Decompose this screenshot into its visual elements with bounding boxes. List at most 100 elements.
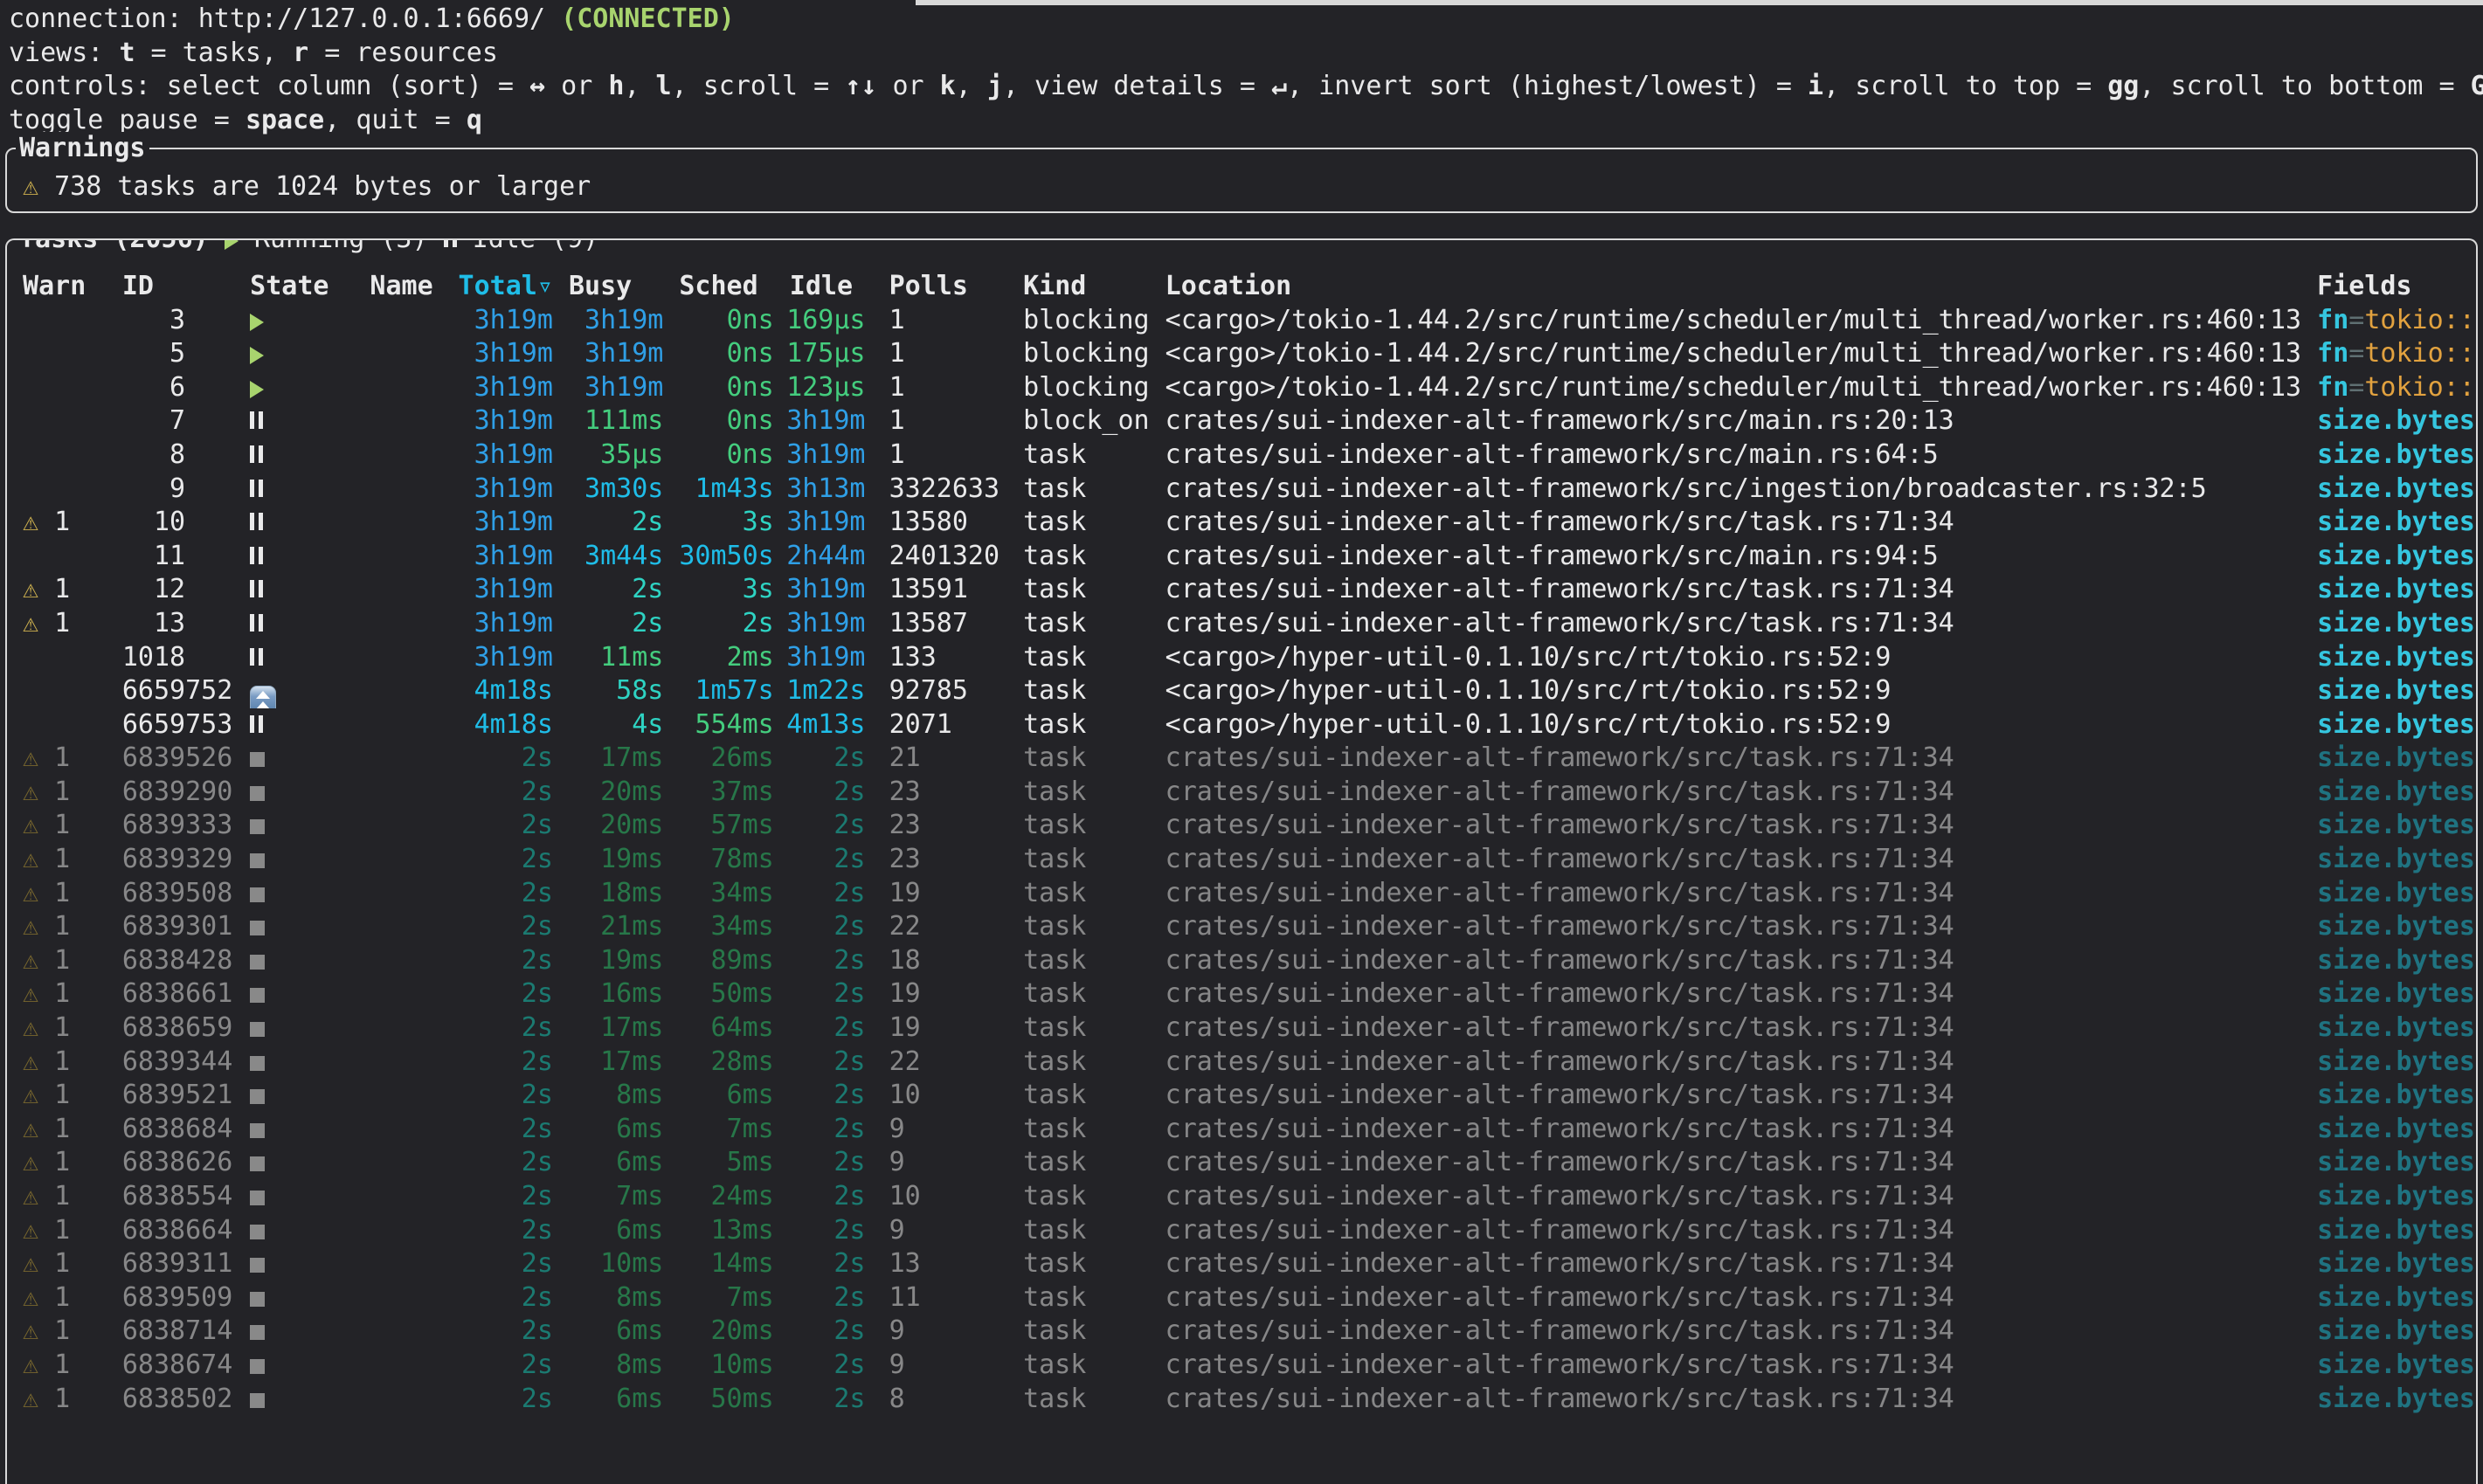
fields-cell: size.bytes= xyxy=(2317,473,2476,507)
field-key: size.bytes xyxy=(2317,878,2475,908)
field-value: tokio::r xyxy=(2364,338,2476,369)
sched-duration: 10ms xyxy=(711,1349,774,1380)
task-row[interactable]: ⚠ 168393332s20ms57ms2s23taskcrates/sui-i… xyxy=(7,809,2476,843)
task-row[interactable]: ⚠ 168387142s6ms20ms2s9taskcrates/sui-ind… xyxy=(7,1315,2476,1349)
task-row[interactable]: ⚠ 168386612s16ms50ms2s19taskcrates/sui-i… xyxy=(7,977,2476,1011)
task-row[interactable]: ⚠ 168386592s17ms64ms2s19taskcrates/sui-i… xyxy=(7,1011,2476,1046)
state-cell xyxy=(250,1079,370,1113)
field-key: size.bytes xyxy=(2317,1046,2475,1077)
sched-duration: 78ms xyxy=(711,844,774,874)
idle-cell: 3h19m xyxy=(774,506,866,540)
busy-cell: 111ms xyxy=(553,404,663,438)
task-row[interactable]: 66597524m18s58s1m57s1m22s92785task<cargo… xyxy=(7,674,2476,708)
column-header-label: Name xyxy=(370,271,432,301)
state-cell xyxy=(250,641,370,675)
busy-cell: 10ms xyxy=(553,1247,663,1281)
sched-cell: 2ms xyxy=(663,641,773,675)
task-id-cell: 6839311 xyxy=(122,1247,250,1281)
completed-state-icon xyxy=(250,1359,265,1374)
column-header-warn[interactable]: Warn xyxy=(7,270,122,304)
task-id: 6838661 xyxy=(122,977,232,1011)
task-row[interactable]: 113h19m3m44s30m50s2h44m2401320taskcrates… xyxy=(7,540,2476,574)
completed-state-icon xyxy=(250,1258,265,1273)
task-row[interactable]: ⚠ 168395092s8ms7ms2s11taskcrates/sui-ind… xyxy=(7,1281,2476,1315)
task-row[interactable]: ⚠ 168385022s6ms50ms2s8taskcrates/sui-ind… xyxy=(7,1383,2476,1417)
column-header-state[interactable]: State xyxy=(250,270,370,304)
field-equals: = xyxy=(2475,642,2476,673)
task-row[interactable]: ⚠ 168386742s8ms10ms2s9taskcrates/sui-ind… xyxy=(7,1349,2476,1383)
warn-cell: ⚠ 1 xyxy=(7,1079,122,1113)
kind-cell: task xyxy=(1023,540,1165,574)
column-header-id[interactable]: ID xyxy=(122,270,250,304)
idle-duration: 2s xyxy=(833,911,865,942)
busy-duration: 7ms xyxy=(616,1181,663,1211)
task-row[interactable]: ⚠ 168386262s6ms5ms2s9taskcrates/sui-inde… xyxy=(7,1146,2476,1180)
task-row[interactable]: 53h19m3h19m0ns175µs1blocking<cargo>/toki… xyxy=(7,337,2476,371)
busy-duration: 8ms xyxy=(616,1349,663,1380)
column-header-total[interactable]: Total▿ xyxy=(459,270,553,304)
task-row[interactable]: ⚠ 1133h19m2s2s3h19m13587taskcrates/sui-i… xyxy=(7,607,2476,641)
column-header-kind[interactable]: Kind xyxy=(1023,270,1165,304)
sched-cell: 30m50s xyxy=(663,540,773,574)
busy-duration: 10ms xyxy=(600,1248,663,1279)
column-header-polls[interactable]: Polls xyxy=(866,270,1024,304)
task-row[interactable]: ⚠ 168385542s7ms24ms2s10taskcrates/sui-in… xyxy=(7,1180,2476,1214)
task-row[interactable]: ⚠ 168393292s19ms78ms2s23taskcrates/sui-i… xyxy=(7,843,2476,877)
total-duration: 2s xyxy=(522,1384,553,1414)
task-row[interactable]: 63h19m3h19m0ns123µs1blocking<cargo>/toki… xyxy=(7,371,2476,405)
idle-duration: 2s xyxy=(833,945,865,976)
idle-cell: 2s xyxy=(774,1383,866,1417)
state-cell xyxy=(250,506,370,540)
polls-cell: 23 xyxy=(866,776,1024,810)
text-segment: k xyxy=(940,71,956,101)
task-row[interactable]: 10183h19m11ms2ms3h19m133task<cargo>/hype… xyxy=(7,641,2476,675)
kind-cell: task xyxy=(1023,708,1165,742)
column-header-location[interactable]: Location xyxy=(1165,270,2317,304)
text-segment: (CONNECTED) xyxy=(561,3,735,34)
task-row[interactable]: 73h19m111ms0ns3h19m1block_oncrates/sui-i… xyxy=(7,404,2476,438)
task-row[interactable]: ⚠ 168386642s6ms13ms2s9taskcrates/sui-ind… xyxy=(7,1214,2476,1248)
warn-count: 1 xyxy=(54,810,70,840)
task-id-cell: 11 xyxy=(122,540,250,574)
task-row[interactable]: ⚠ 168395262s17ms26ms2s21taskcrates/sui-i… xyxy=(7,742,2476,776)
task-row[interactable]: 83h19m35µs0ns3h19m1taskcrates/sui-indexe… xyxy=(7,438,2476,473)
warn-count: 1 xyxy=(54,1315,70,1346)
location-cell: crates/sui-indexer-alt-framework/src/tas… xyxy=(1165,944,2317,978)
location-cell: crates/sui-indexer-alt-framework/src/tas… xyxy=(1165,1180,2317,1214)
task-row[interactable]: 33h19m3h19m0ns169µs1blocking<cargo>/toki… xyxy=(7,304,2476,338)
task-row[interactable]: ⚠ 1123h19m2s3s3h19m13591taskcrates/sui-i… xyxy=(7,573,2476,607)
fields-cell: fn=tokio::r xyxy=(2317,337,2476,371)
column-header-busy[interactable]: Busy xyxy=(553,270,663,304)
task-row[interactable]: ⚠ 168386842s6ms7ms2s9taskcrates/sui-inde… xyxy=(7,1113,2476,1147)
sched-duration: 50ms xyxy=(711,1384,774,1414)
text-segment: views: xyxy=(9,38,119,68)
kind-cell: task xyxy=(1023,776,1165,810)
sched-duration: 5ms xyxy=(727,1147,774,1177)
task-row[interactable]: ⚠ 168395082s18ms34ms2s19taskcrates/sui-i… xyxy=(7,877,2476,911)
task-row[interactable]: ⚠ 168384282s19ms89ms2s18taskcrates/sui-i… xyxy=(7,944,2476,978)
busy-duration: 2s xyxy=(632,574,663,604)
task-row[interactable]: ⚠ 168393112s10ms14ms2s13taskcrates/sui-i… xyxy=(7,1247,2476,1281)
sched-cell: 7ms xyxy=(663,1113,773,1147)
sched-duration: 554ms xyxy=(695,709,773,740)
sched-cell: 50ms xyxy=(663,977,773,1011)
text-segment: = resources xyxy=(308,38,498,68)
warn-cell: ⚠ 1 xyxy=(7,776,122,810)
task-row[interactable]: ⚠ 168392902s20ms37ms2s23taskcrates/sui-i… xyxy=(7,776,2476,810)
fields-cell: size.bytes= xyxy=(2317,1214,2476,1248)
warn-cell: ⚠ 1 xyxy=(7,843,122,877)
column-header-name[interactable]: Name xyxy=(370,270,458,304)
column-header-idle[interactable]: Idle xyxy=(774,270,866,304)
polls-cell: 1 xyxy=(866,337,1024,371)
task-row[interactable]: ⚠ 168393012s21ms34ms2s22taskcrates/sui-i… xyxy=(7,910,2476,944)
task-row[interactable]: 93h19m3m30s1m43s3h13m3322633taskcrates/s… xyxy=(7,473,2476,507)
column-header-sched[interactable]: Sched xyxy=(663,270,773,304)
idle-state-icon xyxy=(250,715,263,733)
task-row[interactable]: ⚠ 168395212s8ms6ms2s10taskcrates/sui-ind… xyxy=(7,1079,2476,1113)
warn-count: 1 xyxy=(54,1215,70,1246)
task-row[interactable]: ⚠ 168393442s17ms28ms2s22taskcrates/sui-i… xyxy=(7,1046,2476,1080)
field-key: size.bytes xyxy=(2317,810,2475,840)
task-row[interactable]: 66597534m18s4s554ms4m13s2071task<cargo>/… xyxy=(7,708,2476,742)
task-row[interactable]: ⚠ 1103h19m2s3s3h19m13580taskcrates/sui-i… xyxy=(7,506,2476,540)
column-header-fields[interactable]: Fields xyxy=(2317,270,2476,304)
